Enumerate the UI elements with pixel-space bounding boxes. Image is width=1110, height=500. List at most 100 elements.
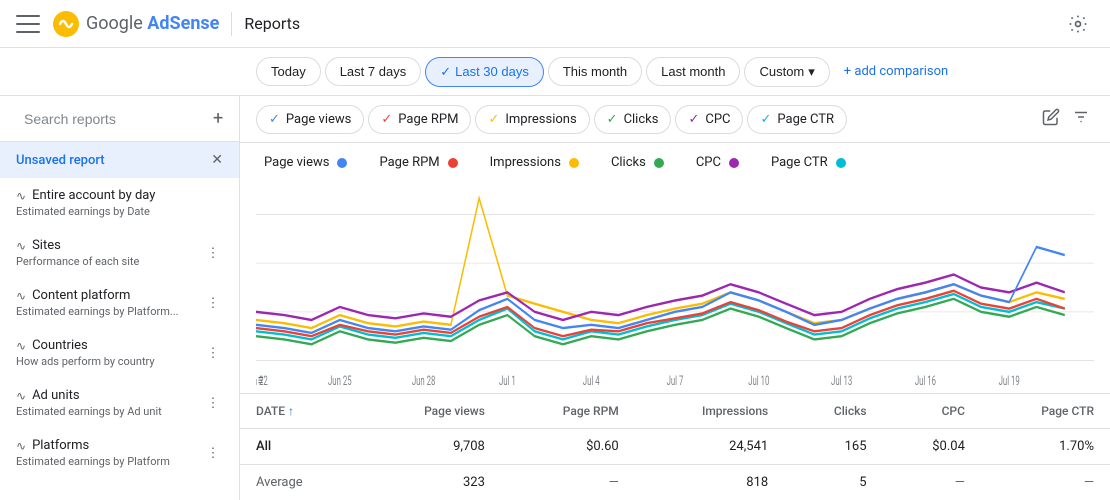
sidebar-item-content-platform[interactable]: ∿ Content platform Estimated earnings by…: [0, 278, 239, 328]
unsaved-report-label: Unsaved report: [16, 153, 105, 168]
sidebar-item-entire-account-name: ∿ Entire account by day: [16, 188, 155, 203]
report-area: ✓ Page views ✓ Page RPM ✓ Impressions ✓ …: [240, 96, 1110, 500]
sidebar-item-platforms[interactable]: ∿ Platforms Estimated earnings by Platfo…: [0, 428, 239, 478]
col-header-cpc[interactable]: CPC: [883, 394, 981, 429]
chart-legend: Page views Page RPM Impressions Clicks C…: [240, 143, 1110, 182]
date-custom-button[interactable]: Custom ▾: [744, 57, 829, 87]
sidebar-item-entire-account[interactable]: ∿ Entire account by day Estimated earnin…: [0, 178, 239, 228]
sidebar-item-platforms-more[interactable]: ⋮: [203, 443, 223, 463]
legend-clicks-label: Clicks: [611, 155, 646, 170]
date-last30-label: Last 30 days: [455, 64, 529, 79]
date-thismonth-button[interactable]: This month: [548, 57, 642, 86]
metric-tab-cpc-label: CPC: [705, 112, 730, 127]
legend-impressions-label: Impressions: [490, 155, 561, 170]
date-filter-bar: Today Last 7 days ✓ Last 30 days This mo…: [0, 48, 1110, 96]
legend-cpc: CPC: [696, 155, 739, 170]
menu-icon[interactable]: [16, 12, 40, 36]
wavy-icon-3: ∿: [16, 289, 26, 303]
chevron-down-icon: ▾: [808, 64, 815, 80]
check-impressions: ✓: [488, 112, 499, 127]
metric-tab-pageviews[interactable]: ✓ Page views: [256, 105, 364, 134]
add-comparison-button[interactable]: + add comparison: [834, 58, 958, 85]
sidebar-item-countries-more[interactable]: ⋮: [203, 343, 223, 363]
col-header-pageviews[interactable]: Page views: [360, 394, 501, 429]
date-last30-button[interactable]: ✓ Last 30 days: [425, 57, 544, 87]
metric-tab-clicks-label: Clicks: [624, 112, 659, 127]
row-avg-cpc: —: [883, 465, 981, 500]
legend-clicks: Clicks: [611, 155, 664, 170]
legend-pagerpm-label: Page RPM: [379, 155, 439, 170]
topbar-section-title: Reports: [244, 14, 300, 33]
x-label-1: Jun 25: [328, 373, 352, 389]
row-avg-pagerpm: —: [501, 465, 635, 500]
row-all-label: All: [240, 429, 360, 465]
sidebar-item-content-platform-more[interactable]: ⋮: [203, 293, 223, 313]
table-row: Average 323 — 818 5 — —: [240, 465, 1110, 500]
row-avg-pageviews: 323: [360, 465, 501, 500]
sidebar-item-content-platform-desc: Estimated earnings by Platform...: [16, 305, 179, 318]
sidebar-item-platforms-desc: Estimated earnings by Platform: [16, 455, 170, 468]
edit-metrics-icon[interactable]: [1038, 104, 1064, 134]
sidebar-item-sites-info: ∿ Sites Performance of each site: [16, 238, 139, 268]
metric-tab-pagerpm[interactable]: ✓ Page RPM: [368, 105, 471, 134]
sidebar-item-sites-more[interactable]: ⋮: [203, 243, 223, 263]
search-input[interactable]: [24, 111, 205, 127]
sidebar-item-sites-desc: Performance of each site: [16, 255, 139, 268]
x-label-2: Jun 28: [412, 373, 436, 389]
sidebar-item-countries[interactable]: ∿ Countries How ads perform by country ⋮: [0, 328, 239, 378]
row-all-impressions: 24,541: [635, 429, 784, 465]
settings-icon[interactable]: [1062, 8, 1094, 40]
col-header-clicks[interactable]: Clicks: [784, 394, 882, 429]
legend-cpc-label: CPC: [696, 155, 721, 170]
row-all-clicks: 165: [784, 429, 882, 465]
metric-tab-pagectr-label: Page CTR: [777, 112, 834, 127]
row-avg-pagectr: —: [981, 465, 1110, 500]
legend-clicks-dot: [654, 158, 664, 168]
gear-svg: [1068, 14, 1088, 34]
check-cpc: ✓: [688, 112, 699, 127]
close-icon[interactable]: ✕: [211, 152, 223, 168]
chart-area: Jun 22 Jun 25 Jun 28 Jul 1 Jul 4 Jul 7 J…: [240, 182, 1110, 393]
col-header-impressions[interactable]: Impressions: [635, 394, 784, 429]
metric-tab-impressions[interactable]: ✓ Impressions: [475, 105, 589, 134]
row-avg-clicks: 5: [784, 465, 882, 500]
metric-tab-cpc[interactable]: ✓ CPC: [675, 105, 743, 134]
x-label-5: Jul 7: [667, 373, 684, 389]
sidebar-item-content-platform-info: ∿ Content platform Estimated earnings by…: [16, 288, 179, 318]
legend-impressions: Impressions: [490, 155, 579, 170]
wavy-icon-4: ∿: [16, 339, 26, 353]
sidebar-item-ad-units[interactable]: ∿ Ad units Estimated earnings by Ad unit…: [0, 378, 239, 428]
line-chart: Jun 22 Jun 25 Jun 28 Jul 1 Jul 4 Jul 7 J…: [256, 182, 1094, 393]
legend-pageviews-dot: [337, 158, 347, 168]
table-row: All 9,708 $0.60 24,541 165 $0.04 1.70%: [240, 429, 1110, 465]
sidebar-item-sites[interactable]: ∿ Sites Performance of each site ⋮: [0, 228, 239, 278]
custom-label: Custom: [759, 64, 804, 79]
sidebar-item-ad-units-more[interactable]: ⋮: [203, 393, 223, 413]
col-header-pagerpm[interactable]: Page RPM: [501, 394, 635, 429]
metric-tab-clicks[interactable]: ✓ Clicks: [594, 105, 672, 134]
date-today-button[interactable]: Today: [256, 57, 321, 86]
metric-tab-pageviews-label: Page views: [286, 112, 351, 127]
add-report-icon[interactable]: +: [213, 108, 223, 129]
row-all-cpc: $0.04: [883, 429, 981, 465]
x-label-8: Jul 16: [915, 373, 936, 389]
table-header-row: DATE ↑ Page views Page RPM Impressions C…: [240, 394, 1110, 429]
topbar-divider: [231, 12, 232, 36]
date-last7-button[interactable]: Last 7 days: [325, 57, 422, 86]
col-header-pagectr[interactable]: Page CTR: [981, 394, 1110, 429]
x-label-6: Jul 10: [748, 373, 769, 389]
metric-tabs-bar: ✓ Page views ✓ Page RPM ✓ Impressions ✓ …: [240, 96, 1110, 143]
topbar: Google AdSense Reports: [0, 0, 1110, 48]
legend-cpc-dot: [729, 158, 739, 168]
sidebar-item-unsaved[interactable]: Unsaved report ✕: [0, 142, 239, 178]
col-header-date[interactable]: DATE ↑: [240, 394, 360, 429]
legend-pagectr-label: Page CTR: [771, 155, 828, 170]
wavy-icon-2: ∿: [16, 239, 26, 253]
sort-asc-icon: ↑: [288, 404, 294, 418]
metric-tab-pagectr[interactable]: ✓ Page CTR: [747, 105, 847, 134]
legend-pagerpm: Page RPM: [379, 155, 457, 170]
filter-icon[interactable]: [1068, 104, 1094, 134]
date-lastmonth-button[interactable]: Last month: [646, 57, 740, 86]
sidebar-item-ad-units-info: ∿ Ad units Estimated earnings by Ad unit: [16, 388, 162, 418]
sidebar-item-sites-name: ∿ Sites: [16, 238, 139, 253]
